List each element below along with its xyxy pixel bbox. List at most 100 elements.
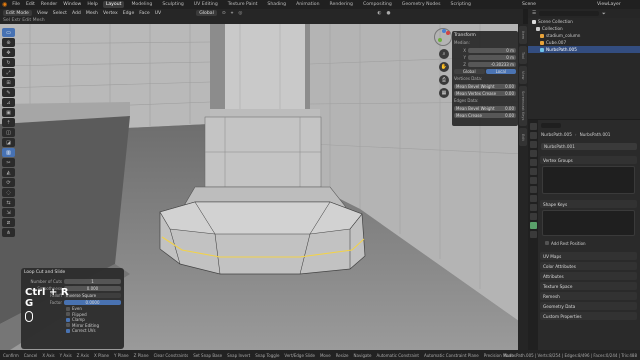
scene-tab-icon[interactable] [529, 159, 537, 166]
tab-tool[interactable]: Tool [519, 46, 527, 64]
outliner-item-nurbspath[interactable]: NurbsPath.005 [528, 46, 640, 53]
vertex-groups-list[interactable] [542, 166, 635, 194]
datablock-selector[interactable]: NurbsPath.001 [541, 143, 637, 150]
workspace-tab-layout[interactable]: Layout [102, 1, 125, 8]
number-of-cuts-field[interactable]: 1 [64, 278, 121, 284]
shrink-icon[interactable]: ⇲ [2, 208, 15, 217]
data-tab-icon[interactable] [529, 222, 537, 229]
workspace-tab-animation[interactable]: Animation [293, 1, 322, 8]
camera-icon[interactable]: ⎙ [439, 75, 449, 85]
pivot-icon[interactable]: ⊙ [222, 11, 226, 16]
shading-solid-icon[interactable]: ● [386, 11, 390, 16]
section-color-attributes[interactable]: Color Attributes [540, 262, 637, 270]
outliner-search-input[interactable] [539, 11, 600, 16]
annotate-icon[interactable]: ✎ [2, 88, 15, 97]
orientation-selector[interactable]: Global [196, 10, 217, 16]
tab-edit[interactable]: Edit [519, 128, 527, 146]
menu-select[interactable]: Select [53, 11, 67, 16]
inset-icon[interactable]: ◫ [2, 128, 15, 137]
loopcut-icon[interactable]: ▥ [2, 148, 15, 157]
falloff-dropdown[interactable]: Inverse Square [64, 292, 121, 298]
section-vertex-groups[interactable]: Vertex Groups [540, 156, 637, 164]
render-tab-icon[interactable] [529, 132, 537, 139]
outliner-item-stadium-column[interactable]: stadium_column [528, 32, 640, 39]
outliner-item-collection[interactable]: Collection [528, 25, 640, 32]
rotate-icon[interactable]: ↻ [2, 58, 15, 67]
workspace-tab-modeling[interactable]: Modeling [128, 1, 155, 8]
tool-tab-icon[interactable] [529, 123, 537, 130]
material-tab-icon[interactable] [529, 231, 537, 238]
mean-bevel-weight-edge-field[interactable]: Mean Bevel Weight 0.00 [454, 105, 516, 111]
add-rest-position-checkbox[interactable]: Add Rest Position [545, 240, 586, 246]
section-uv-maps[interactable]: UV Maps [540, 252, 637, 260]
correct-uvs-checkbox[interactable]: Correct UVs [66, 328, 121, 334]
menu-edit[interactable]: Edit [25, 2, 36, 7]
median-x-field[interactable]: 0 m [468, 47, 516, 53]
section-geometry-data[interactable]: Geometry Data [540, 302, 637, 310]
menu-add[interactable]: Add [72, 11, 81, 16]
physics-tab-icon[interactable] [529, 204, 537, 211]
median-y-field[interactable]: 0 m [468, 54, 516, 60]
workspace-tab-scripting[interactable]: Scripting [448, 1, 474, 8]
world-tab-icon[interactable] [529, 168, 537, 175]
section-texture-space[interactable]: Texture Space [540, 282, 637, 290]
smoothness-field[interactable]: 0.000 [64, 285, 121, 291]
object-tab-icon[interactable] [529, 177, 537, 184]
extrude-icon[interactable]: ⇡ [2, 118, 15, 127]
loop-cut-panel-title[interactable]: Loop Cut and Slide [24, 270, 121, 275]
local-toggle[interactable]: Local [485, 68, 516, 74]
outliner-item-scene-collection[interactable]: Scene Collection [528, 18, 640, 25]
mean-bevel-weight-vertex-field[interactable]: Mean Bevel Weight 0.00 [454, 83, 516, 89]
smooth-icon[interactable]: ◌ [2, 188, 15, 197]
knife-icon[interactable]: ✂ [2, 158, 15, 167]
menu-mesh[interactable]: Mesh [86, 11, 98, 16]
polybuild-icon[interactable]: ◭ [2, 168, 15, 177]
workspace-tab-texture-paint[interactable]: Texture Paint [225, 1, 261, 8]
particles-tab-icon[interactable] [529, 195, 537, 202]
proportional-icon[interactable]: ◎ [238, 11, 242, 16]
menu-view[interactable]: View [37, 11, 48, 16]
section-attributes[interactable]: Attributes [540, 272, 637, 280]
tab-item[interactable]: Item [519, 26, 527, 44]
bevel-icon[interactable]: ◪ [2, 138, 15, 147]
workspace-tab-geometry-nodes[interactable]: Geometry Nodes [399, 1, 444, 8]
workspace-tab-compositing[interactable]: Compositing [360, 1, 395, 8]
menu-window[interactable]: Window [62, 2, 82, 7]
scale-icon[interactable]: ⤢ [2, 68, 15, 77]
properties-search-input[interactable] [541, 123, 561, 128]
workspace-tab-shading[interactable]: Shading [264, 1, 289, 8]
tab-screencast-keys[interactable]: Screencast Keys [519, 86, 527, 126]
factor-field[interactable]: 0.0000 [64, 299, 121, 305]
measure-icon[interactable]: ⊿ [2, 98, 15, 107]
menu-vertex[interactable]: Vertex [103, 11, 118, 16]
workspace-tab-rendering[interactable]: Rendering [327, 1, 356, 8]
transform-icon[interactable]: ⊞ [2, 78, 15, 87]
spin-icon[interactable]: ⟳ [2, 178, 15, 187]
rip-icon[interactable]: ⋔ [2, 228, 15, 237]
shape-keys-list[interactable] [542, 210, 635, 236]
constraints-tab-icon[interactable] [529, 213, 537, 220]
menu-file[interactable]: File [11, 2, 21, 7]
outliner-item-cube[interactable]: Cube.007 [528, 39, 640, 46]
pan-hand-icon[interactable]: ✋ [439, 62, 449, 72]
edge-slide-icon[interactable]: ⇆ [2, 198, 15, 207]
menu-help[interactable]: Help [86, 2, 98, 7]
view-layer-selector[interactable]: ViewLayer [597, 2, 621, 7]
shear-icon[interactable]: ⧄ [2, 218, 15, 227]
section-remesh[interactable]: Remesh [540, 292, 637, 300]
move-icon[interactable]: ✥ [2, 48, 15, 57]
menu-edge[interactable]: Edge [123, 11, 135, 16]
perspective-grid-icon[interactable]: ▦ [439, 88, 449, 98]
add-cube-icon[interactable]: ▣ [2, 108, 15, 117]
view-layer-tab-icon[interactable] [529, 150, 537, 157]
scene-selector[interactable]: Scene [522, 2, 536, 7]
menu-face[interactable]: Face [139, 11, 149, 16]
modifier-tab-icon[interactable] [529, 186, 537, 193]
overlays-icon[interactable]: ◐ [377, 11, 381, 16]
snap-icon[interactable]: ⌖ [231, 10, 234, 16]
mode-selector[interactable]: Edit Mode [3, 10, 32, 16]
outliner-display-mode-icon[interactable]: ☰ [532, 11, 536, 16]
global-toggle[interactable]: Global [454, 68, 485, 74]
menu-render[interactable]: Render [40, 2, 58, 7]
workspace-tab-uv-editing[interactable]: UV Editing [191, 1, 221, 8]
